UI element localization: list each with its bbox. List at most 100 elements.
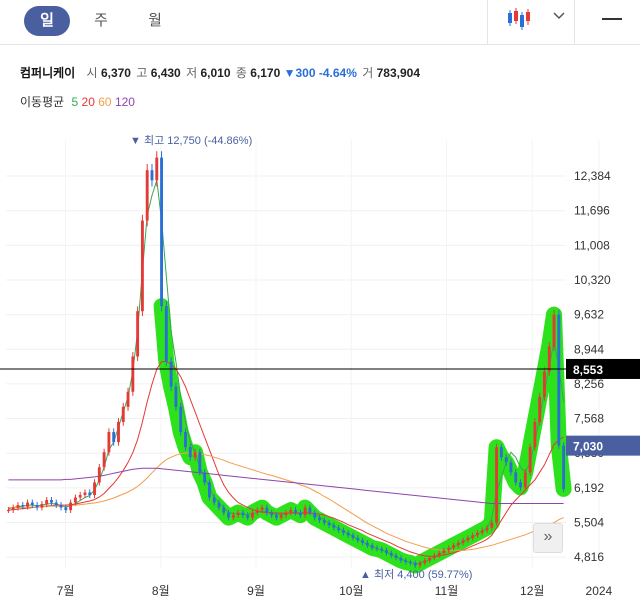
y-tick-label: 11,696 [574,204,610,218]
menu-icon[interactable] [602,18,622,20]
candle-body [160,157,163,307]
candle-body [432,555,436,558]
ma-line-120 [8,467,564,504]
candle-body [332,525,336,528]
candle-body [155,157,159,181]
candle-body [88,492,92,495]
candle-body [164,306,168,362]
candle-body [394,555,398,558]
candle-body [504,457,508,463]
y-tick-label: 8,944 [574,342,604,356]
close-label: 종 [235,66,247,80]
candle-body [35,505,39,508]
candle-body [389,552,393,556]
tab-weekly[interactable]: 주 [78,6,124,36]
candle-body [342,530,345,533]
candle-body [255,510,259,513]
candle-body [480,530,484,533]
quote-info: 컴퍼니케이 시 6,370 고 6,430 저 6,010 종 6,170 ▼3… [20,64,420,81]
candle-body [318,517,321,521]
candle-body [442,550,446,553]
candle-body [413,562,417,566]
open-value: 6,370 [100,66,131,80]
tab-monthly[interactable]: 월 [132,6,178,36]
candle-body [452,545,455,548]
candle-body [102,452,106,468]
candle-body [251,512,254,518]
candle-body [198,452,202,473]
ma-legend-5: 5 [71,95,79,109]
scroll-latest-button[interactable]: » [533,523,563,553]
candle-body [456,542,460,546]
candle-body [222,507,226,513]
y-tick-label: 7,568 [574,412,604,426]
y-tick-label: 12,384 [574,169,611,183]
volume-value: 783,904 [376,66,420,80]
candle-body [179,406,183,433]
volume-label: 거 [362,66,374,80]
chart-type-selector[interactable] [487,0,575,44]
candle-body [241,512,245,516]
candle-body [303,507,307,516]
candle-body [495,447,499,523]
candle-body [97,467,101,483]
highlight-band [153,298,572,574]
candle-body [45,500,49,505]
y-tick-label: 11,008 [574,238,610,252]
current-price-value: 7,030 [573,440,603,454]
low-label: 저 [186,66,198,80]
candle-body [227,512,230,518]
candle-body [107,432,111,453]
candle-body [270,512,274,516]
candle-body [499,447,503,458]
candle-body [485,527,489,531]
tab-daily[interactable]: 일 [24,6,70,36]
ma-line-20 [8,361,564,557]
candle-body [380,548,384,551]
candle-body [246,515,250,518]
candle-body [274,515,278,518]
current-price-badge [566,435,640,456]
ma-legend-60: 60 [98,95,112,109]
candle-body [538,396,542,422]
y-tick-label: 8,256 [574,377,604,391]
x-tick-label: 2024 [586,584,613,598]
high-value: 6,430 [150,66,181,80]
candle-body [322,520,326,523]
candle-body [16,505,20,508]
ma-legend-20: 20 [81,95,95,109]
candle-body [136,311,140,357]
candle-body [260,507,264,511]
candle-body [126,391,130,407]
candle-body [351,535,355,538]
candle-body [279,515,283,518]
candle-body [557,314,561,446]
candle-body [471,535,475,538]
low-annotation: ▲ 최저 4,400 (59.77%) [360,568,472,581]
candle-body [26,502,29,507]
y-tick-label: 6,880 [574,446,604,460]
crosshair-badge [566,358,640,379]
candlestick-chart-icon [508,8,530,30]
ma-legend-title: 이동평균 [20,95,65,109]
candle-body [174,386,178,407]
candle-body [547,346,551,372]
close-value: 6,170 [250,66,281,80]
open-label: 시 [86,66,98,80]
candle-body [562,445,566,489]
high-label: 고 [136,66,148,80]
candle-body [150,170,154,181]
candle-body [212,497,216,503]
candle-body [54,502,58,506]
y-tick-label: 10,320 [574,273,611,287]
candle-body [327,522,331,526]
candle-body [298,512,302,516]
candle-body [428,557,432,561]
candle-body [30,502,34,506]
x-tick-label: 12월 [520,584,544,598]
x-tick-label: 10월 [339,584,363,598]
chevron-down-icon [553,12,565,20]
candlestick-chart: 12,384 11,696 11,008 10,320 9,632 8,944 8,256 7… [0,134,640,598]
x-tick-label: 9월 [247,584,265,598]
candle-body [514,472,518,483]
